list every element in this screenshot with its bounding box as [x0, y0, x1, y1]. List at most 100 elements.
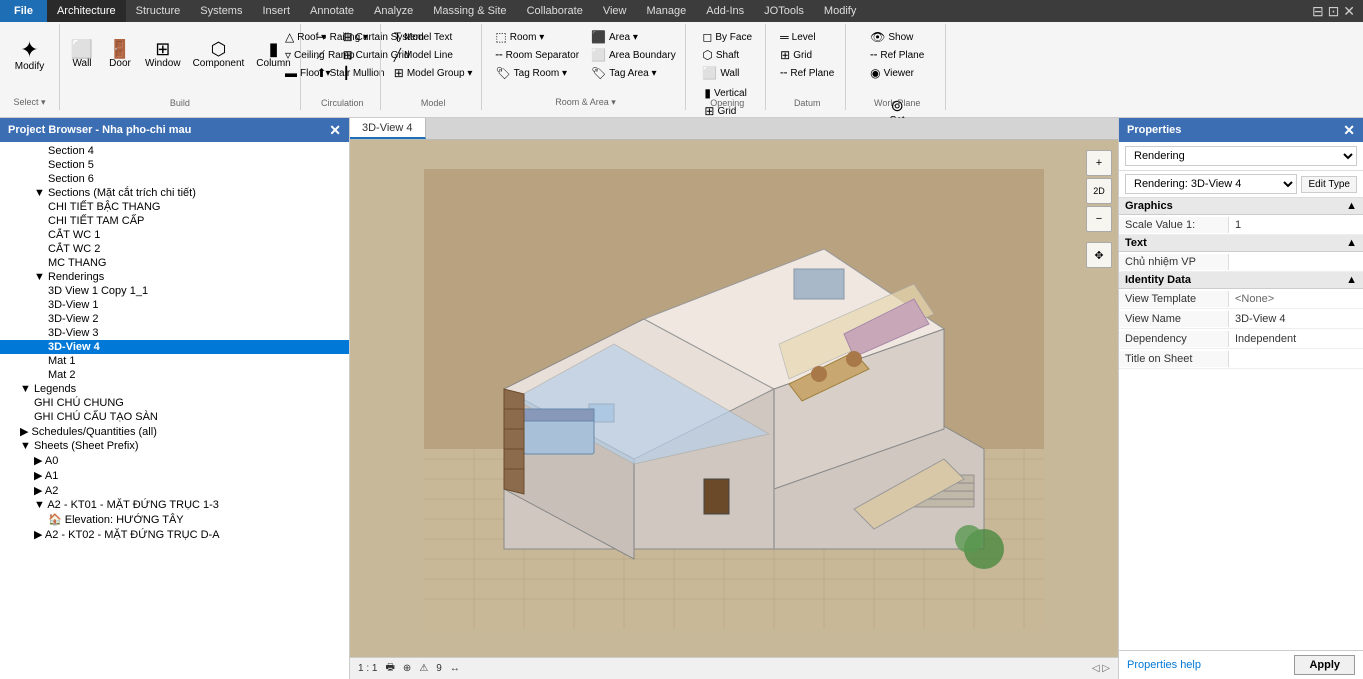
view-controls-right[interactable]: ◁ ▷	[1092, 663, 1110, 674]
arrow-status[interactable]: ↔	[450, 663, 460, 674]
model-text-button[interactable]: TModel Text	[389, 28, 478, 46]
instance-dropdown[interactable]: Rendering: 3D-View 4	[1125, 174, 1297, 194]
tag-room-button[interactable]: 🏷Tag Room ▾	[490, 64, 584, 82]
viewport[interactable]: + 2D − ✥	[350, 140, 1118, 657]
warning-icon[interactable]: ⚠	[419, 663, 428, 674]
wall-opening-button[interactable]: ⬜Wall	[697, 64, 757, 82]
component-button[interactable]: ⬡ Component	[188, 26, 250, 82]
menu-massing[interactable]: Massing & Site	[423, 0, 516, 22]
tree-item[interactable]: ▶ A2 - KT02 - MẶT ĐỨNG TRỤC D-A	[0, 527, 349, 542]
model-line-button[interactable]: ╱Model Line	[389, 46, 478, 64]
menu-view[interactable]: View	[593, 0, 637, 22]
area-button[interactable]: ⬛Area ▾	[586, 28, 681, 46]
tree-item[interactable]: ▶ A0	[0, 453, 349, 468]
menu-jotools[interactable]: JOTools	[754, 0, 814, 22]
room-button[interactable]: ⬚Room ▾	[490, 28, 584, 46]
view-template-value[interactable]: <None>	[1229, 291, 1363, 307]
edit-type-button[interactable]: Edit Type	[1301, 176, 1357, 193]
tree-item[interactable]: 🏠 Elevation: HƯỚNG TÂY	[0, 512, 349, 527]
tree-item[interactable]: 3D View 1 Copy 1_1	[0, 284, 349, 298]
stair-button[interactable]: ⬆Stair	[312, 64, 373, 82]
tree-item[interactable]: Mat 1	[0, 354, 349, 368]
tree-item[interactable]: 3D-View 3	[0, 326, 349, 340]
show-button[interactable]: 👁Show	[865, 28, 929, 46]
window-button[interactable]: ⊞ Window	[140, 26, 186, 82]
ref-plane-button[interactable]: ╌Ref Plane	[775, 64, 839, 82]
tree-item[interactable]: ▶ Schedules/Quantities (all)	[0, 424, 349, 439]
type-dropdown[interactable]: Rendering	[1125, 146, 1357, 166]
door-button[interactable]: 🚪 Door	[102, 26, 138, 82]
column-icon: ▮	[269, 40, 279, 58]
area-icon: ⬛	[591, 30, 606, 44]
tree-item[interactable]: Section 4	[0, 144, 349, 158]
tree-item[interactable]: ▼ Legends	[0, 382, 349, 396]
railing-button[interactable]: ⊸Railing ▾	[312, 28, 373, 46]
menu-modify[interactable]: Modify	[814, 0, 866, 22]
shaft-button[interactable]: ⬡Shaft	[697, 46, 757, 64]
tree-item[interactable]: 3D-View 4	[0, 340, 349, 354]
menu-insert[interactable]: Insert	[252, 0, 300, 22]
modify-button[interactable]: ✦ Modify	[9, 26, 51, 84]
tree-item[interactable]: Section 6	[0, 172, 349, 186]
level-button[interactable]: ═Level	[775, 28, 839, 46]
menu-structure[interactable]: Structure	[126, 0, 191, 22]
apply-button[interactable]: Apply	[1294, 655, 1355, 675]
model-group-button[interactable]: ⊞Model Group ▾	[389, 64, 478, 82]
tag-area-button[interactable]: 🏷Tag Area ▾	[586, 64, 681, 82]
menu-collaborate[interactable]: Collaborate	[517, 0, 593, 22]
file-menu[interactable]: File	[0, 0, 47, 22]
tree-item[interactable]: Section 5	[0, 158, 349, 172]
area-boundary-button[interactable]: ⬜Area Boundary	[586, 46, 681, 64]
tree-item[interactable]: GHI CHÚ CẤU TẠO SÀN	[0, 410, 349, 424]
viewport-tab-3dview4[interactable]: 3D-View 4	[350, 118, 426, 139]
tree-item[interactable]: MC THANG	[0, 256, 349, 270]
menu-analyze[interactable]: Analyze	[364, 0, 423, 22]
workplane-col: 👁Show ╌Ref Plane ◉Viewer	[865, 26, 929, 82]
tree-item[interactable]: GHI CHÚ CHUNG	[0, 396, 349, 410]
menu-architecture[interactable]: Architecture	[47, 0, 126, 22]
properties-close[interactable]: ✕	[1343, 122, 1355, 139]
zoom-fit-btn[interactable]: 2D	[1086, 178, 1112, 204]
build-group-label: Build	[60, 98, 300, 108]
scale-value-display: 1	[1229, 217, 1363, 233]
tree-item[interactable]: CHI TIẾT BẬC THANG	[0, 200, 349, 214]
level-icon: ═	[780, 30, 789, 44]
tree-item[interactable]: Mat 2	[0, 368, 349, 382]
chu-nhiem-vp-input[interactable]	[1229, 254, 1363, 270]
ref-plane-wp-button[interactable]: ╌Ref Plane	[865, 46, 929, 64]
zoom-out-btn[interactable]: −	[1086, 206, 1112, 232]
ref-plane-icon: ╌	[780, 66, 787, 80]
tree-item[interactable]: ▼ Sections (Mặt cắt trích chi tiết)	[0, 186, 349, 200]
tree-item[interactable]: ▼ A2 - KT01 - MẶT ĐỨNG TRỤC 1-3	[0, 498, 349, 512]
tree-item[interactable]: ▼ Renderings	[0, 270, 349, 284]
grid-datum-button[interactable]: ⊞Grid	[775, 46, 839, 64]
tree-item[interactable]: 3D-View 1	[0, 298, 349, 312]
properties-help-link[interactable]: Properties help	[1127, 659, 1201, 671]
menu-manage[interactable]: Manage	[636, 0, 696, 22]
menu-annotate[interactable]: Annotate	[300, 0, 364, 22]
text-section-header[interactable]: Text ▲	[1119, 235, 1363, 252]
model-status-icon[interactable]: 🖶	[385, 660, 394, 677]
zoom-in-btn[interactable]: +	[1086, 150, 1112, 176]
by-face-button[interactable]: ◻By Face	[697, 28, 757, 46]
tree-item[interactable]: CẮT WC 1	[0, 228, 349, 242]
tree-item[interactable]: CẮT WC 2	[0, 242, 349, 256]
room-separator-button[interactable]: ╌Room Separator	[490, 46, 584, 64]
sync-status-icon[interactable]: ⊕	[403, 663, 411, 674]
tree-item[interactable]: 3D-View 2	[0, 312, 349, 326]
tree-item[interactable]: ▶ A2	[0, 483, 349, 498]
menu-addins[interactable]: Add-Ins	[696, 0, 754, 22]
tree-item[interactable]: ▼ Sheets (Sheet Prefix)	[0, 439, 349, 453]
menu-systems[interactable]: Systems	[190, 0, 252, 22]
project-browser: Project Browser - Nha pho-chi mau ✕ Sect…	[0, 118, 350, 679]
wall-button[interactable]: ⬜ Wall	[64, 26, 100, 82]
identity-data-section-header[interactable]: Identity Data ▲	[1119, 272, 1363, 289]
title-on-sheet-input[interactable]	[1229, 351, 1363, 367]
tree-item[interactable]: ▶ A1	[0, 468, 349, 483]
graphics-section-header[interactable]: Graphics ▲	[1119, 198, 1363, 215]
pan-btn[interactable]: ✥	[1086, 242, 1112, 268]
tree-item[interactable]: CHI TIẾT TAM CẤP	[0, 214, 349, 228]
viewer-button[interactable]: ◉Viewer	[865, 64, 929, 82]
project-browser-close[interactable]: ✕	[329, 122, 341, 139]
ramp-button[interactable]: ⟋Ramp	[312, 46, 373, 64]
